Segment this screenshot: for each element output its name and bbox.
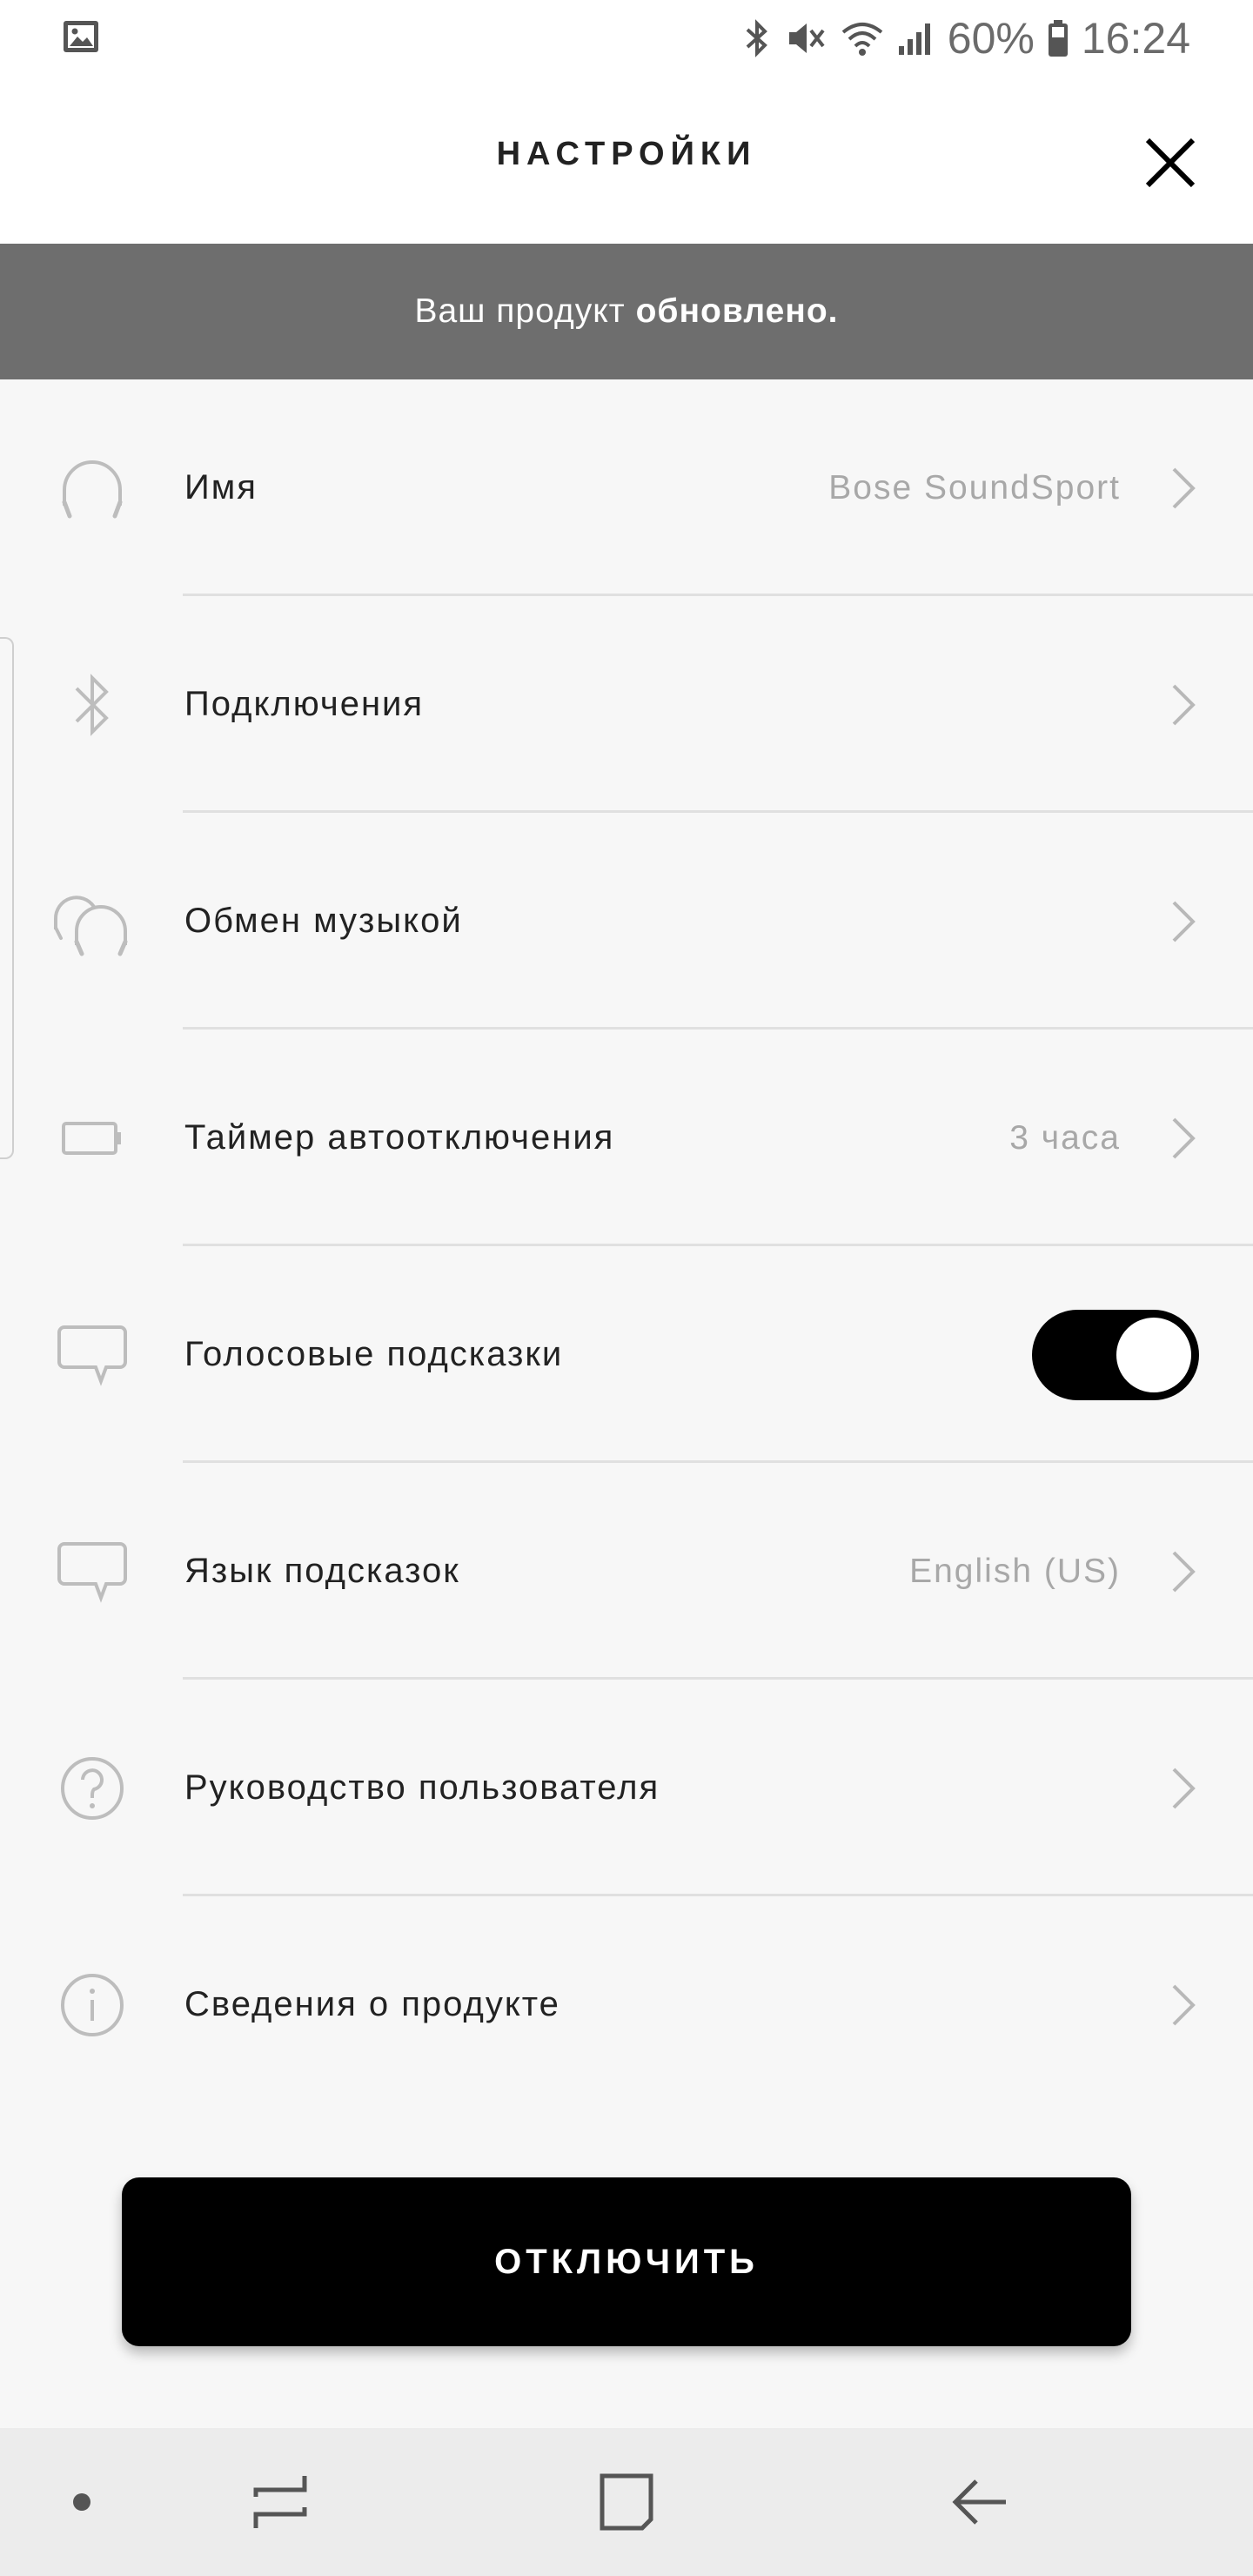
chevron-right-icon: [1166, 679, 1201, 731]
settings-row-auto-off[interactable]: Таймер автоотключения 3 часа: [0, 1030, 1253, 1246]
row-label: Сведения о продукте: [184, 1985, 560, 2023]
settings-row-voice-prompts: Голосовые подсказки: [0, 1246, 1253, 1463]
info-icon: [50, 1963, 134, 2047]
update-banner: Ваш продукт обновлено.: [0, 244, 1253, 379]
banner-text-bold: обновлено.: [635, 292, 839, 330]
wifi-icon: [840, 18, 885, 58]
row-label: Руководство пользователя: [184, 1768, 660, 1807]
settings-list: Имя Bose SoundSport Подключения Обмен му…: [0, 379, 1253, 2113]
banner-text: Ваш продукт: [414, 292, 626, 330]
chevron-right-icon: [1166, 896, 1201, 948]
battery-percent: 60%: [947, 14, 1035, 63]
mute-icon: [784, 18, 828, 58]
settings-row-connections[interactable]: Подключения: [0, 596, 1253, 813]
row-label: Имя: [184, 468, 258, 506]
page-title: НАСТРОЙКИ: [496, 136, 757, 172]
row-value: Bose SoundSport: [828, 468, 1121, 506]
chevron-right-icon: [1166, 1979, 1201, 2031]
voice-prompts-toggle[interactable]: [1032, 1309, 1199, 1400]
bluetooth-icon: [742, 18, 772, 58]
chevron-right-icon: [1166, 1546, 1201, 1598]
home-icon[interactable]: [595, 2471, 658, 2533]
row-label: Подключения: [184, 685, 425, 723]
row-label: Таймер автоотключения: [184, 1118, 615, 1157]
close-icon: [1142, 135, 1198, 195]
status-bar: 60% 16:24: [0, 0, 1253, 77]
row-value: 3 часа: [1009, 1118, 1121, 1157]
row-value: English (US): [909, 1552, 1121, 1590]
gallery-icon: [63, 20, 99, 57]
close-button[interactable]: [1131, 125, 1209, 204]
battery-icon: [1047, 18, 1069, 58]
chevron-right-icon: [1166, 462, 1201, 514]
settings-row-prompt-language[interactable]: Язык подсказок English (US): [0, 1463, 1253, 1680]
help-icon: [50, 1747, 134, 1830]
settings-row-product-info[interactable]: Сведения о продукте: [0, 1896, 1253, 2113]
settings-row-user-guide[interactable]: Руководство пользователя: [0, 1680, 1253, 1896]
back-icon[interactable]: [948, 2471, 1011, 2533]
recent-apps-icon[interactable]: [249, 2471, 312, 2533]
settings-row-name[interactable]: Имя Bose SoundSport: [0, 379, 1253, 596]
speech-bubble-icon: [50, 1313, 134, 1397]
signal-icon: [897, 18, 935, 58]
battery-icon: [50, 1097, 134, 1180]
chevron-right-icon: [1166, 1112, 1201, 1164]
row-label: Обмен музыкой: [184, 902, 463, 940]
chevron-right-icon: [1166, 1762, 1201, 1815]
row-label: Голосовые подсказки: [184, 1335, 564, 1373]
music-share-icon: [50, 880, 134, 963]
system-nav-bar: [0, 2428, 1253, 2576]
row-label: Язык подсказок: [184, 1552, 460, 1590]
bluetooth-icon: [50, 663, 134, 747]
nav-dot-icon[interactable]: [71, 2492, 92, 2512]
clock: 16:24: [1081, 14, 1190, 63]
disconnect-button[interactable]: ОТКЛЮЧИТЬ: [122, 2177, 1131, 2346]
headphones-icon: [50, 446, 134, 530]
settings-row-music-share[interactable]: Обмен музыкой: [0, 813, 1253, 1030]
toggle-knob: [1114, 1314, 1194, 1395]
speech-bubble-icon: [50, 1530, 134, 1613]
app-header: НАСТРОЙКИ: [0, 77, 1253, 244]
